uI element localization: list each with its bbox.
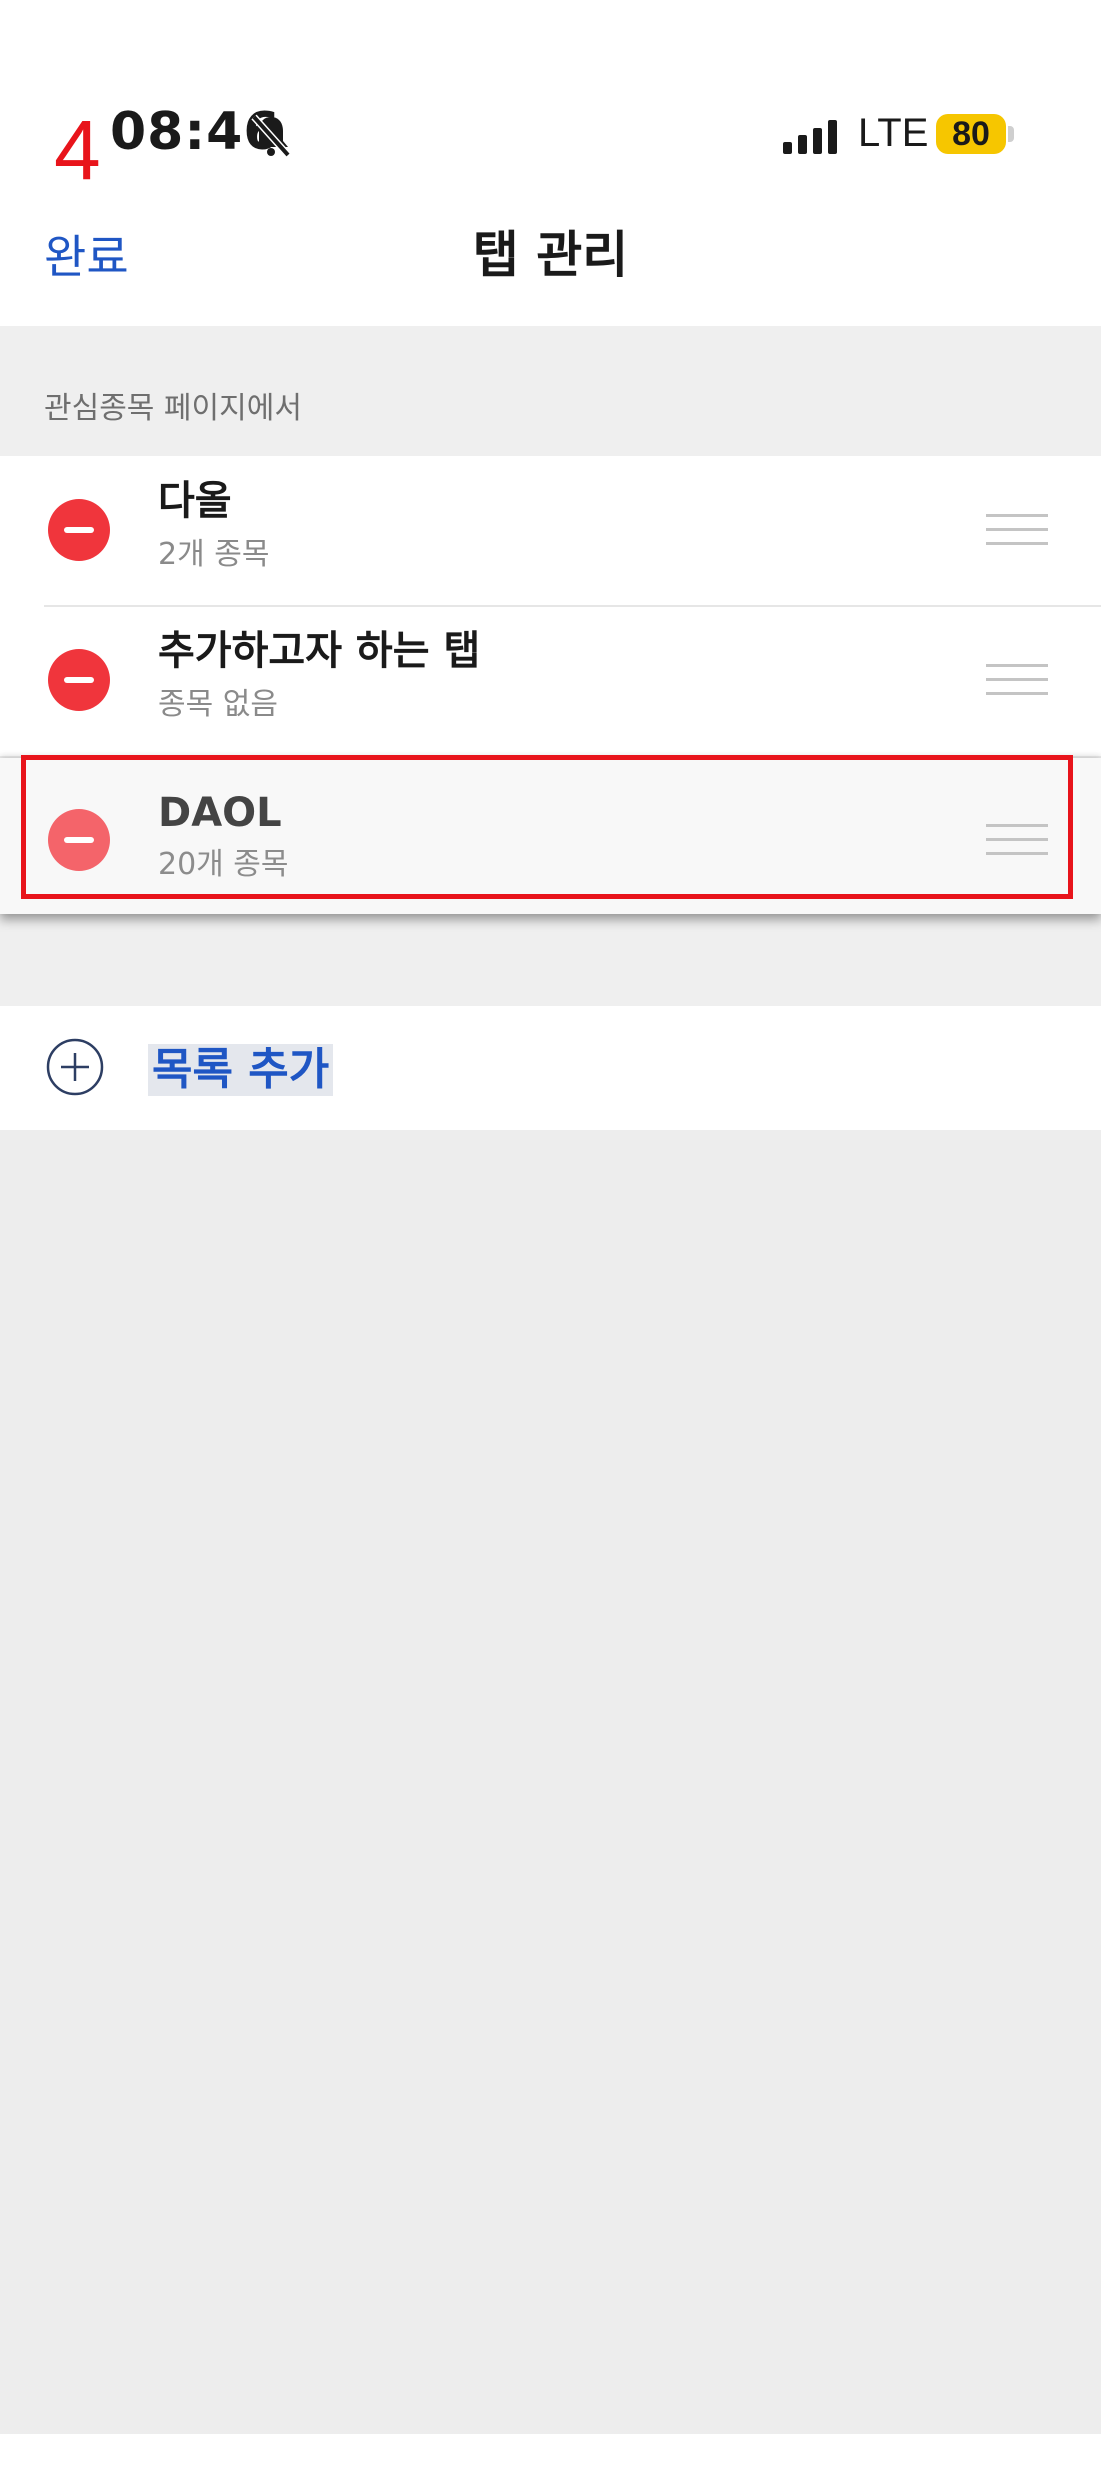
battery-cap: [1008, 126, 1014, 142]
tab-title: 다올: [158, 478, 232, 524]
tab-title: 추가하고자 하는 탭: [158, 628, 481, 674]
signal-icon: [783, 120, 837, 154]
tab-row[interactable]: 다올 2개 종목: [0, 456, 1101, 606]
add-list-button[interactable]: 목록 추가: [148, 1044, 334, 1096]
bell-slash-icon: [251, 114, 291, 158]
delete-icon[interactable]: [48, 499, 110, 561]
network-label: LTE: [858, 111, 929, 155]
delete-icon[interactable]: [48, 649, 110, 711]
page-title: 탭 관리: [472, 226, 629, 284]
empty-area: [0, 1130, 1101, 2434]
drag-handle-icon[interactable]: [986, 514, 1048, 548]
battery-indicator: 80: [936, 114, 1006, 154]
row-divider: [44, 605, 1101, 607]
drag-handle-icon[interactable]: [986, 664, 1048, 698]
step-number-annotation: 4: [54, 103, 101, 197]
highlight-annotation-box: [21, 755, 1073, 899]
section-header: 관심종목 페이지에서: [44, 391, 302, 426]
done-button[interactable]: 완료: [44, 234, 129, 280]
tab-subtitle: 2개 종목: [158, 537, 270, 572]
add-circle-icon[interactable]: [46, 1038, 104, 1096]
tab-row[interactable]: 추가하고자 하는 탭 종목 없음: [0, 606, 1101, 756]
tab-subtitle: 종목 없음: [158, 687, 278, 722]
